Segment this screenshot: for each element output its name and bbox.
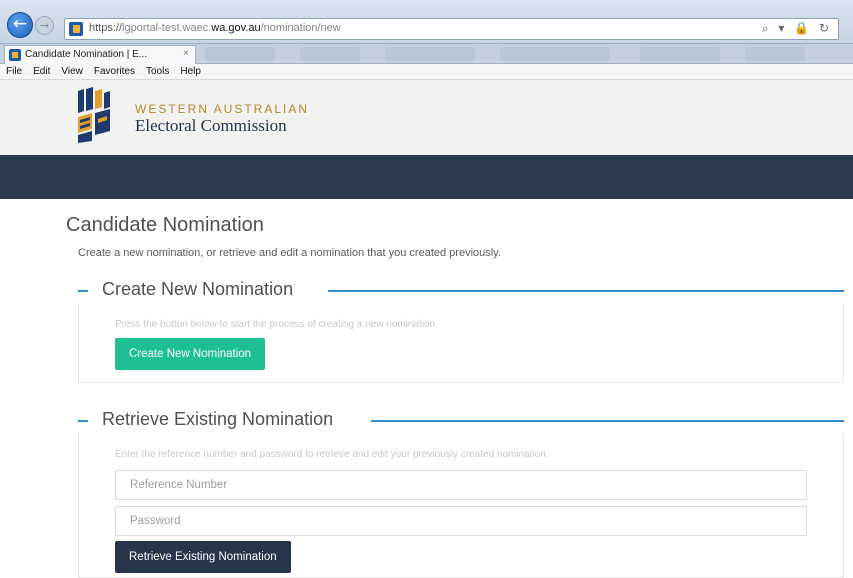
- org-name-line1: WESTERN AUSTRALIAN: [135, 102, 310, 116]
- tab-title: Candidate Nomination | E...: [25, 49, 148, 60]
- site-favicon-icon: [69, 22, 83, 36]
- org-name-line2: Electoral Commission: [135, 116, 287, 135]
- menu-tools[interactable]: Tools: [140, 64, 174, 77]
- create-section-heading: Create New Nomination: [78, 279, 844, 303]
- retrieve-section-hint: Enter the reference number and password …: [115, 449, 549, 460]
- browser-toolbar: ← → https://lgportal-test.waec.wa.gov.au…: [0, 0, 853, 44]
- url-path: /nomination/new: [260, 22, 341, 34]
- tab-close-icon[interactable]: ×: [183, 48, 189, 59]
- url-subdomain: lgportal-test.waec.: [122, 22, 212, 34]
- address-url[interactable]: https://lgportal-test.waec.wa.gov.au/nom…: [89, 22, 341, 34]
- background-tab[interactable]: [385, 47, 475, 61]
- tab-strip: Candidate Nomination | E... ×: [0, 44, 853, 64]
- site-header: WESTERN AUSTRALIAN Electoral Commission: [0, 80, 853, 155]
- tab-favicon-icon: [9, 49, 21, 61]
- background-tab[interactable]: [500, 47, 610, 61]
- address-bar-icons[interactable]: ⌕ ▾ 🔒 ↻: [762, 21, 832, 36]
- background-tab[interactable]: [205, 47, 275, 61]
- url-host: wa.gov.au: [211, 22, 261, 34]
- back-icon[interactable]: ←: [7, 12, 33, 38]
- menu-favorites[interactable]: Favorites: [88, 64, 140, 77]
- address-bar[interactable]: https://lgportal-test.waec.wa.gov.au/nom…: [64, 18, 839, 40]
- menu-bar: File Edit View Favorites Tools Help: [0, 64, 853, 80]
- background-tab[interactable]: [745, 47, 805, 61]
- menu-view[interactable]: View: [55, 64, 88, 77]
- retrieve-section-title: Retrieve Existing Nomination: [102, 409, 334, 429]
- page-title: Candidate Nomination: [66, 214, 264, 236]
- background-tab[interactable]: [640, 47, 720, 61]
- retrieve-section-panel: Enter the reference number and password …: [78, 433, 844, 578]
- create-section-panel: Press the button below to start the proc…: [78, 303, 844, 383]
- section-dash: [78, 420, 88, 422]
- waec-logo-icon[interactable]: [76, 87, 112, 143]
- retrieve-section-heading: Retrieve Existing Nomination: [78, 409, 844, 433]
- retrieve-existing-nomination-button[interactable]: Retrieve Existing Nomination: [115, 541, 291, 573]
- section-rule: [371, 420, 844, 422]
- create-section-hint: Press the button below to start the proc…: [115, 319, 438, 330]
- password-input[interactable]: [115, 506, 807, 536]
- section-rule: [328, 290, 844, 292]
- menu-edit[interactable]: Edit: [27, 64, 55, 77]
- tab-candidate-nomination[interactable]: Candidate Nomination | E... ×: [4, 45, 196, 64]
- site-navbar: [0, 155, 853, 199]
- reference-number-input[interactable]: [115, 470, 807, 500]
- background-tab[interactable]: [300, 47, 360, 61]
- create-section-title: Create New Nomination: [102, 279, 294, 299]
- page-intro: Create a new nomination, or retrieve and…: [78, 247, 501, 259]
- menu-file[interactable]: File: [0, 64, 27, 77]
- url-scheme: https://: [89, 22, 123, 34]
- section-dash: [78, 290, 88, 292]
- forward-icon[interactable]: →: [35, 16, 54, 35]
- create-new-nomination-button[interactable]: Create New Nomination: [115, 338, 266, 370]
- menu-help[interactable]: Help: [174, 64, 206, 77]
